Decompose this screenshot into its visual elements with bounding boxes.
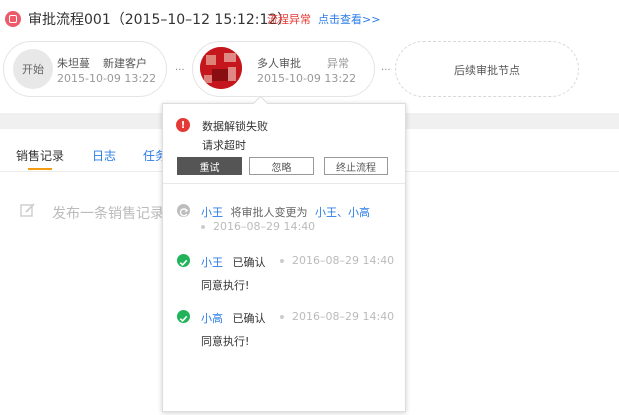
event-time: 2016–08–29 14:40	[280, 310, 394, 323]
check-icon	[177, 310, 190, 323]
flow-ellipsis-2: ...	[381, 62, 391, 73]
refresh-icon	[177, 204, 190, 217]
error-icon: !	[176, 118, 190, 132]
active-tab-indicator	[28, 168, 52, 170]
event-action: 已确认	[232, 312, 266, 325]
approver-avatar	[200, 47, 242, 89]
tab-sales-record[interactable]: 销售记录	[16, 147, 64, 164]
event-time: 2016–08–29 14:40	[201, 220, 315, 233]
node2-title: 多人审批	[257, 57, 301, 70]
start-circle: 开始	[13, 49, 53, 89]
event-time: 2016–08–29 14:40	[280, 254, 394, 267]
view-details-link[interactable]: 点击查看>>	[318, 11, 380, 27]
start-person: 朱坦蔓	[57, 57, 90, 70]
start-time: 2015-10-09 13:22	[57, 72, 157, 85]
edit-icon	[20, 202, 36, 218]
check-icon	[177, 254, 190, 267]
event-row-1: 小王 将审批人变更为 小王、小高	[201, 204, 370, 220]
approval-app-icon	[5, 11, 21, 27]
event-action: 已确认	[232, 256, 266, 269]
next-node-label: 后续审批节点	[454, 64, 520, 77]
compose-sales-record-input[interactable]: 发布一条销售记录	[52, 203, 164, 223]
flow-ellipsis-1: ...	[175, 62, 185, 73]
event-actor[interactable]: 小王	[201, 206, 223, 219]
event-action: 将审批人变更为	[230, 206, 308, 219]
event-comment: 同意执行!	[201, 279, 250, 292]
node2-time: 2015-10-09 13:22	[257, 72, 357, 85]
flow-status-badge: 流程异常	[267, 13, 311, 26]
error-title: 数据解锁失败	[202, 120, 268, 133]
event-comment: 同意执行!	[201, 335, 250, 348]
event-row-2: 小王 已确认	[201, 254, 266, 270]
retry-button[interactable]: 重试	[177, 157, 242, 175]
error-message: 请求超时	[202, 139, 246, 152]
event-actor[interactable]: 小高	[201, 312, 223, 325]
start-action: 新建客户	[103, 57, 147, 70]
page-title: 审批流程001（2015–10–12 15:12:12）	[28, 12, 292, 28]
terminate-flow-button[interactable]: 终止流程	[324, 157, 388, 175]
event-targets[interactable]: 小王、小高	[315, 206, 370, 219]
event-row-3: 小高 已确认	[201, 310, 266, 326]
popover-divider	[163, 183, 405, 184]
node2-status: 异常	[327, 57, 349, 70]
tab-log[interactable]: 日志	[92, 147, 116, 164]
ignore-button[interactable]: 忽略	[249, 157, 314, 175]
event-actor[interactable]: 小王	[201, 256, 223, 269]
